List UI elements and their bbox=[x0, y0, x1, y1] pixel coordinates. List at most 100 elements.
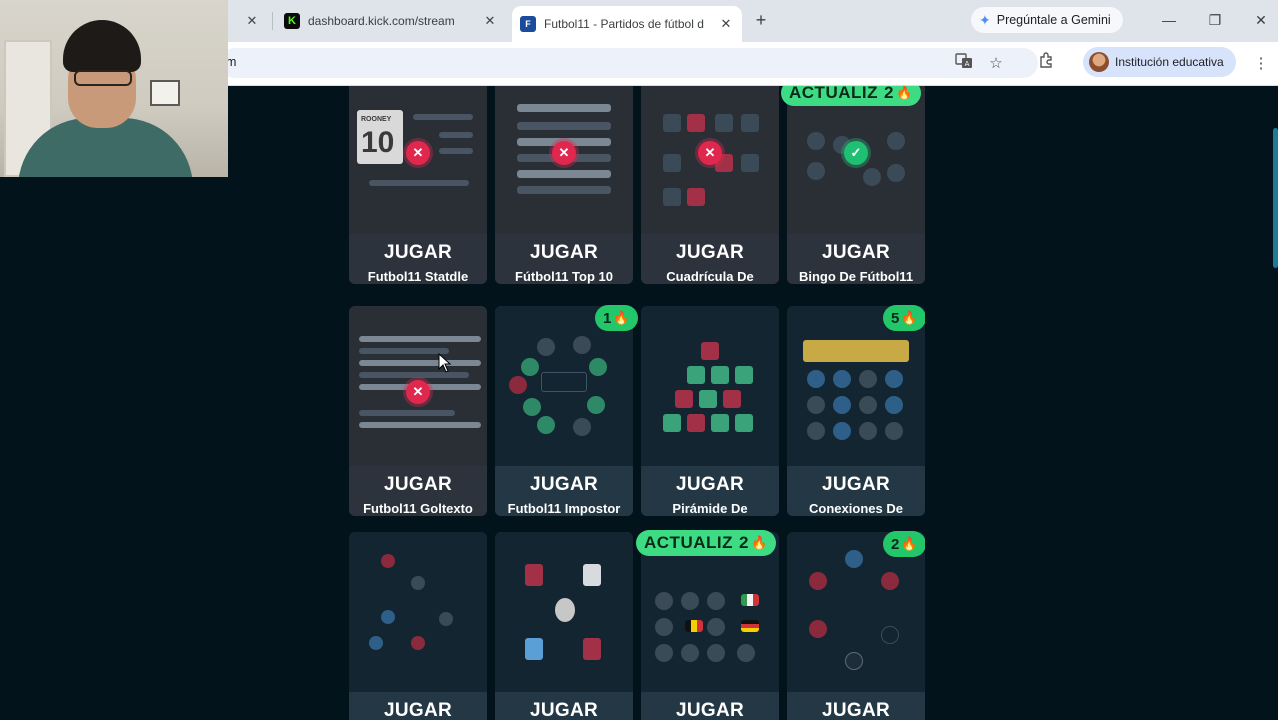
profile-chip[interactable]: Institución educativa bbox=[1083, 47, 1236, 77]
player-avatar bbox=[885, 422, 903, 440]
pyramid-cell bbox=[735, 366, 753, 384]
player-avatar bbox=[807, 396, 825, 414]
game-card-grid[interactable]: ✕ JUGAR Cuadrícula De bbox=[641, 86, 779, 284]
player-avatar bbox=[509, 376, 527, 394]
grid-cell bbox=[741, 154, 759, 172]
card-thumbnail: ✕ bbox=[349, 306, 487, 466]
jersey-shape bbox=[583, 564, 601, 586]
player-avatar bbox=[439, 612, 453, 626]
grid-cell bbox=[663, 114, 681, 132]
player-avatar bbox=[737, 644, 755, 662]
tab-close-icon[interactable]: ✕ bbox=[242, 11, 262, 31]
card-footer: JUGAR Pirámide De bbox=[641, 466, 779, 516]
minimize-icon[interactable]: — bbox=[1157, 10, 1181, 30]
pyramid-cell bbox=[711, 366, 729, 384]
player-avatar bbox=[655, 618, 673, 636]
player-avatar bbox=[887, 132, 905, 150]
player-avatar bbox=[859, 370, 877, 388]
player-avatar bbox=[809, 620, 827, 638]
game-card-conexiones[interactable]: JUGAR Conexiones De bbox=[787, 306, 925, 516]
card-thumbnail: ✕ bbox=[495, 86, 633, 234]
text-line bbox=[359, 422, 481, 428]
game-card-flags[interactable]: JUGAR bbox=[641, 532, 779, 720]
grid-cell bbox=[687, 114, 705, 132]
pyramid-cell bbox=[687, 366, 705, 384]
game-card-statdle[interactable]: ROONEY 10 ✕ JUGAR Futbol11 Statdle bbox=[349, 86, 487, 284]
star-icon[interactable]: ☆ bbox=[984, 52, 1008, 76]
card-thumbnail bbox=[641, 306, 779, 466]
update-badge: ACTUALIZ 2 🔥 bbox=[636, 530, 776, 556]
list-row bbox=[517, 122, 611, 130]
player-avatar bbox=[411, 636, 425, 650]
pyramid-cell bbox=[699, 390, 717, 408]
gemini-button[interactable]: ✦ Pregúntale a Gemini bbox=[971, 7, 1123, 33]
jersey-shape bbox=[525, 564, 543, 586]
player-avatar bbox=[523, 398, 541, 416]
game-card-bracket[interactable]: JUGAR bbox=[787, 532, 925, 720]
translate-icon[interactable]: A bbox=[952, 52, 976, 76]
player-avatar bbox=[381, 554, 395, 568]
extensions-icon[interactable] bbox=[1034, 52, 1058, 76]
player-avatar bbox=[655, 644, 673, 662]
player-avatar bbox=[809, 572, 827, 590]
player-avatar bbox=[369, 636, 383, 650]
tab-close-icon[interactable]: ✕ bbox=[716, 14, 736, 34]
player-avatar bbox=[707, 592, 725, 610]
menu-icon[interactable]: ⋮ bbox=[1249, 52, 1273, 76]
tab-futbol11[interactable]: F Futbol11 - Partidos de fútbol d ✕ bbox=[512, 6, 742, 42]
webcam-background-frame bbox=[150, 80, 180, 106]
gemini-label: Pregúntale a Gemini bbox=[996, 13, 1111, 27]
card-thumbnail bbox=[349, 532, 487, 692]
badge-count: 2 bbox=[738, 533, 749, 552]
player-avatar bbox=[573, 418, 591, 436]
player-avatar bbox=[807, 132, 825, 150]
list-row bbox=[517, 104, 611, 112]
play-label: JUGAR bbox=[383, 474, 452, 495]
tab-kick-dashboard[interactable]: K dashboard.kick.com/stream ✕ bbox=[284, 8, 506, 34]
text-line bbox=[359, 348, 449, 354]
card-footer: JUGAR bbox=[349, 692, 487, 720]
address-bar[interactable]: m bbox=[220, 48, 1038, 78]
page-scrollbar[interactable] bbox=[1273, 128, 1278, 268]
game-card-impostor[interactable]: JUGAR Futbol11 Impostor bbox=[495, 306, 633, 516]
play-label: JUGAR bbox=[529, 700, 598, 720]
game-card-goltexto[interactable]: ✕ JUGAR Futbol11 Goltexto bbox=[349, 306, 487, 516]
player-avatar bbox=[411, 576, 425, 590]
hot-badge: 2 🔥 bbox=[883, 531, 925, 557]
text-line bbox=[359, 372, 469, 378]
pyramid-cell bbox=[735, 414, 753, 432]
tab-close-icon[interactable]: ✕ bbox=[480, 11, 500, 31]
webcam-person-hair bbox=[63, 20, 141, 72]
player-avatar bbox=[885, 370, 903, 388]
game-card-formation[interactable]: JUGAR bbox=[349, 532, 487, 720]
game-card-bingo[interactable]: ✓ JUGAR Bingo De Fútbol11 bbox=[787, 86, 925, 284]
game-title: Futbol11 Statdle bbox=[367, 269, 469, 284]
tab-hidden[interactable]: ✕ bbox=[228, 8, 268, 34]
game-card-piramide[interactable]: JUGAR Pirámide De bbox=[641, 306, 779, 516]
list-row bbox=[517, 170, 611, 178]
italy-flag-icon bbox=[741, 594, 759, 606]
new-tab-button[interactable]: + bbox=[750, 10, 772, 32]
hot-badge: 1 🔥 bbox=[595, 305, 638, 331]
hot-badge: 5 🔥 bbox=[883, 305, 925, 331]
player-avatar bbox=[537, 338, 555, 356]
update-badge-label: ACTUALIZ bbox=[644, 533, 733, 552]
player-avatar bbox=[833, 370, 851, 388]
failed-status-icon: ✕ bbox=[552, 141, 576, 165]
game-title: Futbol11 Impostor bbox=[507, 501, 621, 516]
pyramid-cell bbox=[675, 390, 693, 408]
card-footer: JUGAR bbox=[641, 692, 779, 720]
grid-cell bbox=[663, 154, 681, 172]
futbol11-favicon-icon: F bbox=[520, 16, 536, 32]
game-card-top10[interactable]: ✕ JUGAR Fútbol11 Top 10 bbox=[495, 86, 633, 284]
game-title: Conexiones De bbox=[809, 501, 903, 516]
restore-icon[interactable]: ❐ bbox=[1203, 10, 1227, 30]
player-avatar bbox=[681, 592, 699, 610]
game-card-jerseys[interactable]: JUGAR bbox=[495, 532, 633, 720]
pyramid-cell bbox=[663, 414, 681, 432]
player-avatar bbox=[859, 422, 877, 440]
window-close-icon[interactable]: ✕ bbox=[1249, 10, 1273, 30]
grid-cell bbox=[715, 114, 733, 132]
card-thumbnail: ✕ bbox=[641, 86, 779, 234]
play-label: JUGAR bbox=[529, 242, 598, 263]
